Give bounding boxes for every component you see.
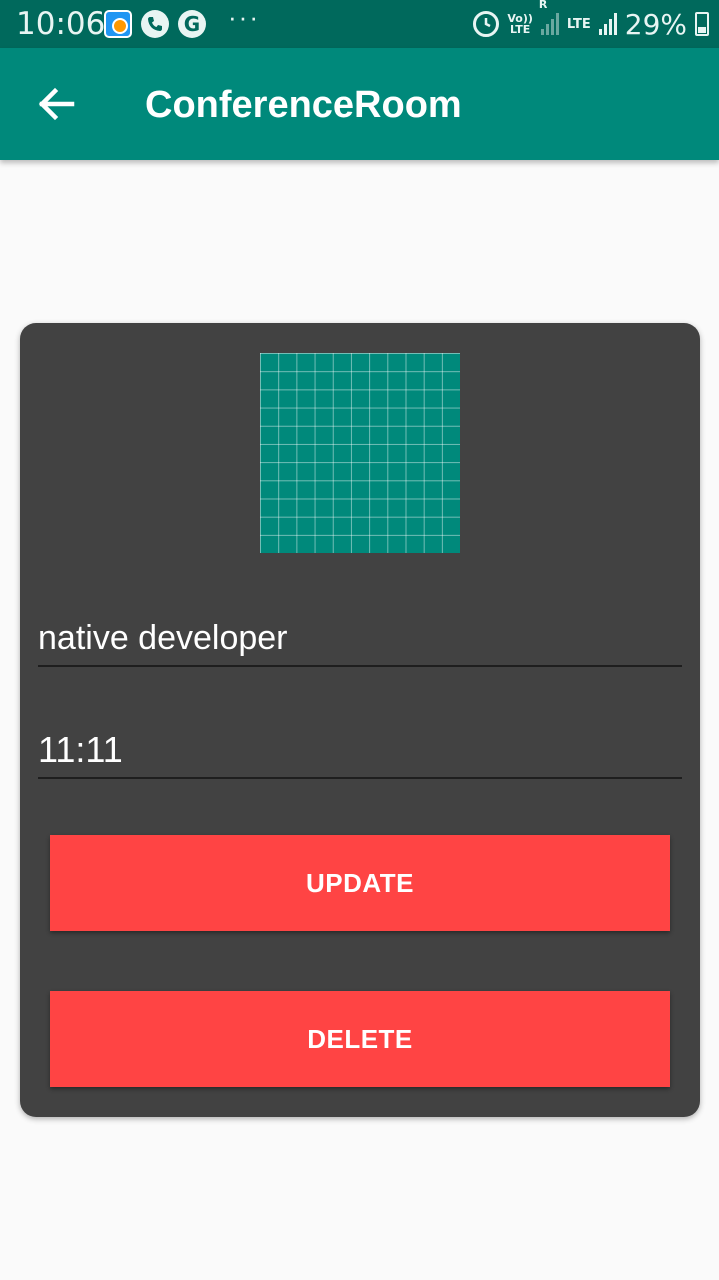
app-bar: ConferenceRoom <box>0 48 719 160</box>
update-button[interactable]: UPDATE <box>50 835 670 931</box>
time-field[interactable]: 11:11 <box>38 729 682 779</box>
status-bar: 10:06 G ··· Vo)) LTE R LTE 29% <box>0 0 719 48</box>
volte-lte-label: LTE <box>510 23 531 36</box>
page-title: ConferenceRoom <box>145 84 462 126</box>
signal-bars-icon <box>598 13 617 35</box>
roaming-label: R <box>538 0 548 11</box>
arrow-back-icon <box>38 87 75 121</box>
more-notifications-icon: ··· <box>228 2 260 32</box>
signal-sim1: R <box>539 0 559 35</box>
status-time: 10:06 <box>16 6 106 42</box>
delete-button[interactable]: DELETE <box>50 991 670 1087</box>
alarm-icon <box>473 11 500 37</box>
volte-indicator: Vo)) LTE <box>507 13 533 35</box>
edit-card: native developer 11:11 UPDATE DELETE <box>20 323 700 1117</box>
signal-bars-dim-icon <box>540 13 559 35</box>
lte-indicator: LTE <box>566 16 591 32</box>
name-field[interactable]: native developer <box>38 619 682 667</box>
battery-icon <box>695 12 709 36</box>
back-button[interactable] <box>28 76 84 132</box>
battery-percent: 29% <box>624 7 687 41</box>
phone-call-icon <box>141 10 169 38</box>
google-icon: G <box>178 10 206 38</box>
app-notification-icon <box>104 10 132 38</box>
status-right-group: Vo)) LTE R LTE 29% <box>473 0 709 48</box>
room-image[interactable] <box>260 353 460 553</box>
